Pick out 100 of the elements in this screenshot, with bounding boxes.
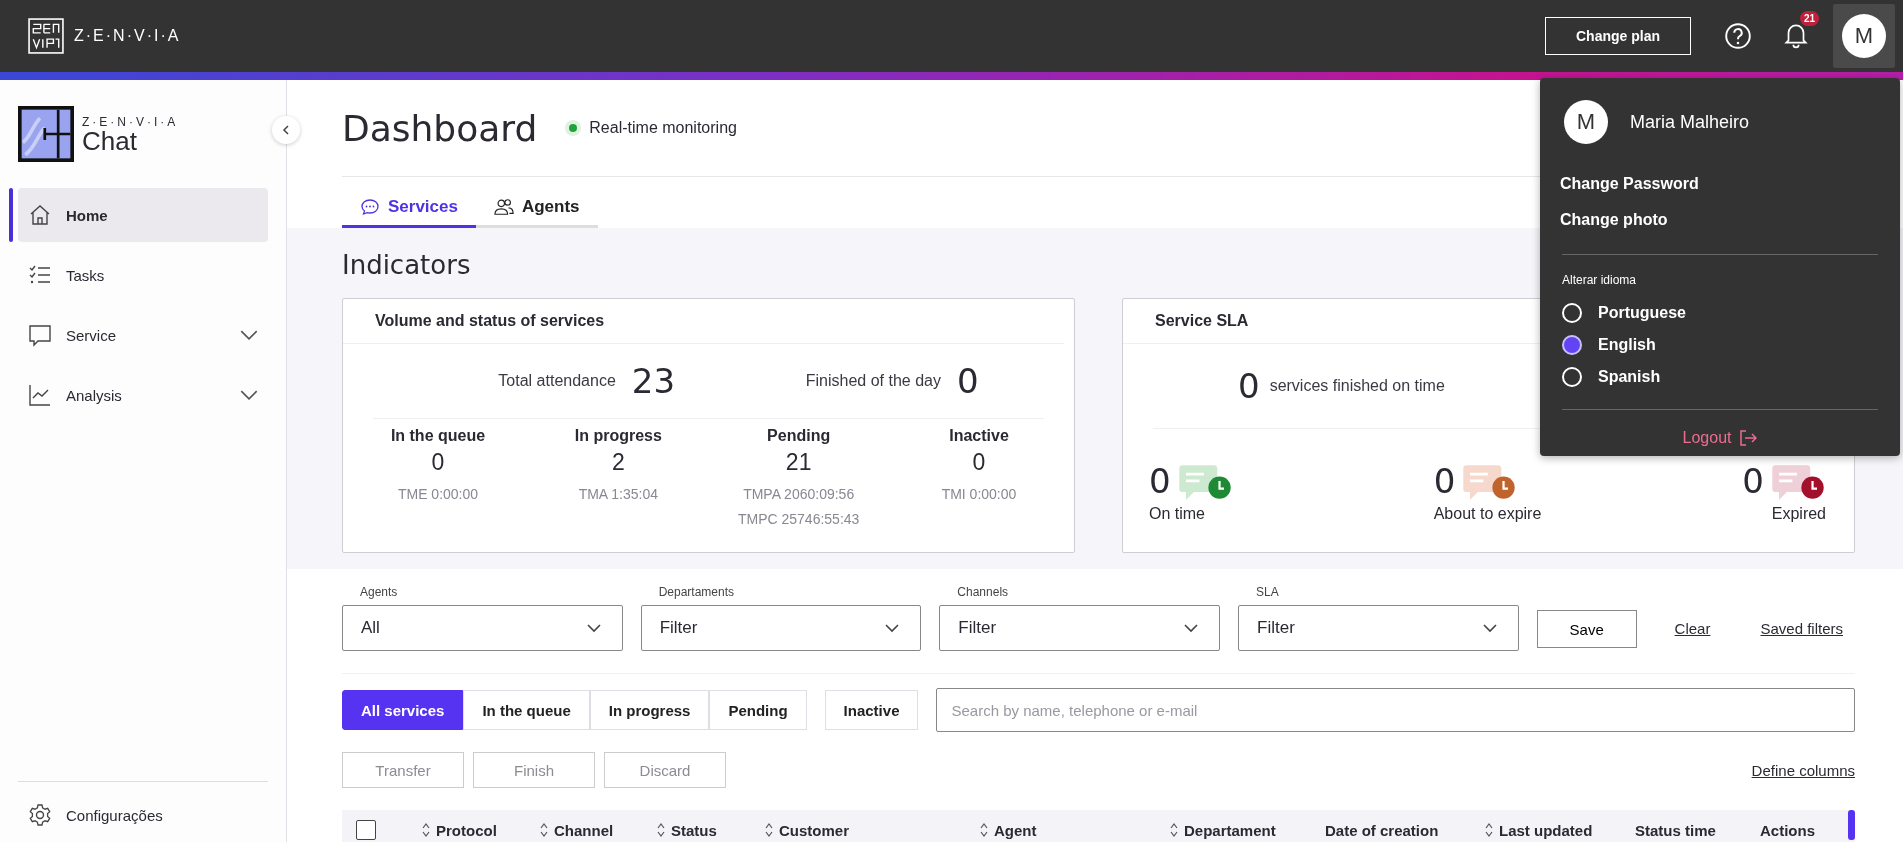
clear-link[interactable]: Clear — [1674, 620, 1711, 637]
chevron-down-icon — [240, 389, 258, 401]
filter-dropdown[interactable]: Filter — [939, 605, 1220, 651]
segment-button[interactable]: In progress — [589, 690, 710, 730]
people-icon — [493, 197, 514, 217]
settings-icon — [28, 803, 52, 827]
help-icon[interactable] — [1723, 21, 1753, 51]
sort-icon — [765, 823, 773, 837]
brand-name: Z·E·N·V·I·A — [82, 115, 179, 129]
average-time: TMPA 2060:09:56 — [743, 485, 855, 504]
filter-label: Departaments — [658, 585, 736, 599]
language-option[interactable]: English — [1598, 336, 1656, 354]
menu-item[interactable]: Change photo — [1560, 202, 1880, 238]
status-dot — [569, 124, 578, 132]
menu-item[interactable]: Change Password — [1560, 166, 1880, 202]
logout-icon — [1739, 430, 1758, 446]
column-header[interactable]: Customer — [765, 821, 980, 839]
save-button[interactable]: Save — [1536, 610, 1637, 648]
chevron-down-icon — [585, 623, 602, 633]
sort-icon — [980, 823, 988, 837]
line-chart-icon — [28, 383, 52, 407]
average-time: TMA 1:35:04 — [578, 485, 658, 504]
column-header[interactable]: Agent — [980, 821, 1170, 839]
chevron-down-icon — [884, 623, 901, 633]
sort-icon — [422, 823, 430, 837]
metric-value: 23 — [631, 361, 676, 401]
define-columns-link[interactable]: Define columns — [1751, 761, 1855, 779]
notification-badge: 21 — [1799, 11, 1819, 26]
column-header[interactable]: Protocol — [422, 821, 540, 839]
sidebar-item[interactable]: Analysis — [18, 368, 268, 422]
column-header[interactable]: Last updated — [1485, 821, 1635, 839]
section-title: Indicators — [342, 250, 471, 280]
sort-icon — [1485, 823, 1493, 837]
settings-item[interactable]: Configurações — [18, 788, 268, 842]
sort-icon — [1170, 823, 1178, 837]
language-option[interactable]: Spanish — [1598, 368, 1661, 386]
language-heading: Alterar idioma — [1562, 273, 1638, 287]
sla-label: Expired — [1771, 505, 1826, 523]
filter-dropdown[interactable]: All — [342, 605, 623, 651]
sla-count: 0 — [1742, 461, 1764, 501]
chevron-down-icon — [1183, 623, 1199, 633]
status-count: 2 — [611, 449, 625, 476]
saved-filters-link[interactable]: Saved filters — [1760, 620, 1843, 637]
filter-dropdown[interactable]: Filter — [1238, 605, 1519, 651]
average-time: TMI 0:00:00 — [941, 485, 1017, 504]
chat-logo-icon — [18, 106, 74, 162]
status-text: Real-time monitoring — [589, 119, 737, 137]
card-title: Service SLA — [1155, 312, 1249, 330]
page-title: Dashboard — [342, 107, 538, 149]
metric-label: services finished on time — [1269, 377, 1445, 395]
average-time: TMPC 25746:55:43 — [737, 510, 860, 529]
column-header[interactable]: Actions — [1760, 821, 1845, 839]
metric-label: Total attendance — [498, 372, 616, 390]
column-header[interactable]: Channel — [540, 821, 657, 839]
segment-button[interactable]: All services — [342, 690, 464, 730]
search-field[interactable]: Search by name, telephone or e-mail — [936, 688, 1855, 732]
chevron-left-icon — [280, 124, 292, 136]
sidebar-item[interactable]: Tasks — [18, 248, 268, 302]
status-label: In the queue — [390, 427, 486, 445]
radio-button[interactable] — [1562, 335, 1582, 355]
column-header[interactable]: Date of creation — [1325, 821, 1485, 839]
sla-count: 0 — [1433, 461, 1456, 501]
chevron-down-icon — [1481, 623, 1498, 633]
status-count: 0 — [431, 449, 445, 476]
status-count: 0 — [972, 449, 986, 476]
language-option[interactable]: Portuguese — [1598, 304, 1686, 322]
status-label: Pending — [767, 427, 831, 445]
user-avatar: M — [1564, 100, 1608, 144]
user-avatar[interactable]: M — [1842, 14, 1886, 58]
select-all-checkbox[interactable] — [356, 820, 376, 840]
chat-clock-icon — [1176, 463, 1233, 501]
scrollbar-thumb[interactable] — [1848, 810, 1855, 840]
sla-label: About to expire — [1433, 505, 1542, 523]
status-label: Inactive — [949, 427, 1009, 445]
column-header[interactable]: Status — [657, 821, 765, 839]
filter-dropdown[interactable]: Filter — [640, 605, 922, 651]
logout-button[interactable]: Logout — [1676, 428, 1764, 448]
column-header[interactable]: Status time — [1635, 821, 1760, 839]
filter-label: Agents — [360, 585, 399, 599]
chat-bubble-icon — [28, 323, 52, 347]
sort-icon — [657, 823, 665, 837]
filter-label: SLA — [1256, 585, 1280, 599]
metric-value: 0 — [1238, 366, 1260, 406]
change-plan-button[interactable]: Change plan — [1545, 17, 1691, 55]
average-time: TME 0:00:00 — [397, 485, 479, 504]
segment-button[interactable]: Pending — [709, 690, 807, 730]
metric-value: 0 — [957, 361, 979, 401]
collapse-button[interactable] — [272, 116, 300, 144]
user-name: Maria Malheiro — [1630, 111, 1750, 133]
filter-label: Channels — [957, 585, 1010, 599]
brand-name: Z·E·N·V·I·A — [74, 27, 181, 45]
sla-count: 0 — [1149, 461, 1171, 501]
chat-bubble-icon — [360, 197, 380, 217]
sla-label: On time — [1149, 505, 1206, 523]
segment-button[interactable]: In the queue — [463, 690, 590, 730]
column-header[interactable]: Departament — [1170, 821, 1325, 839]
sidebar-item[interactable]: Service — [18, 308, 268, 362]
home-icon — [28, 203, 52, 227]
metric-label: Finished of the day — [805, 372, 941, 390]
product-name: Chat — [82, 129, 138, 153]
